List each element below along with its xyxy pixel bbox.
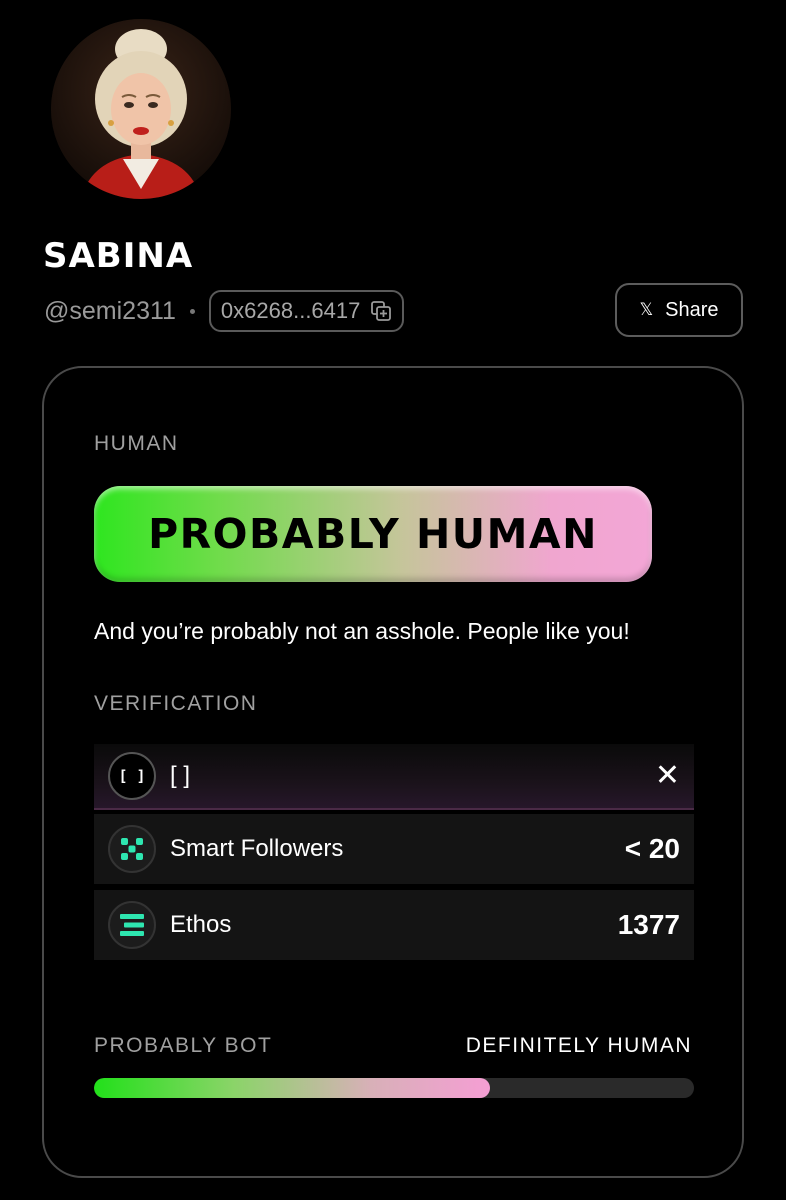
verdict-description: And you’re probably not an asshole. Peop… xyxy=(94,618,630,644)
smart-followers-icon xyxy=(108,825,156,873)
profile-handle[interactable]: @semi2311 xyxy=(44,297,176,326)
wallet-address-chip[interactable]: 0x6268...6417 xyxy=(208,290,405,332)
scale-label-min: PROBABLY BOT xyxy=(94,1034,273,1057)
share-label: Share xyxy=(665,298,719,321)
verification-row-ethos: Ethos 1377 xyxy=(94,890,694,960)
avatar xyxy=(51,19,231,199)
section-label-human: HUMAN xyxy=(94,432,179,455)
section-label-verification: VERIFICATION xyxy=(94,692,258,715)
verification-value: < 20 xyxy=(624,833,680,864)
verdict-text: PROBABLY HUMAN xyxy=(148,510,598,558)
share-button[interactable]: 𝕏 Share xyxy=(615,283,743,337)
verdict-badge: PROBABLY HUMAN xyxy=(94,486,652,582)
score-card: HUMAN PROBABLY HUMAN And you’re probably… xyxy=(42,366,744,1178)
avatar-portrait xyxy=(51,19,231,199)
human-score-bar xyxy=(94,1078,694,1098)
copy-icon[interactable] xyxy=(370,300,392,322)
close-icon[interactable]: ✕ xyxy=(655,761,680,791)
verification-label: Smart Followers xyxy=(170,835,344,862)
verification-row-bracket: [ ] [ ] ✕ xyxy=(94,744,694,810)
human-score-fill xyxy=(94,1078,490,1098)
x-logo-icon: 𝕏 xyxy=(639,300,654,319)
verification-label: Ethos xyxy=(170,911,232,938)
separator-dot xyxy=(189,308,195,314)
profile-meta: @semi2311 0x6268...6417 xyxy=(44,290,405,332)
verification-value: 1377 xyxy=(617,909,680,940)
wallet-address: 0x6268...6417 xyxy=(220,298,361,323)
ethos-icon xyxy=(108,901,156,949)
profile-name: SABINA xyxy=(43,236,194,276)
verification-label: [ ] xyxy=(170,762,191,789)
bracket-icon: [ ] xyxy=(108,752,156,800)
verification-row-smart-followers: Smart Followers < 20 xyxy=(94,814,694,884)
scale-label-max: DEFINITELY HUMAN xyxy=(465,1034,692,1057)
